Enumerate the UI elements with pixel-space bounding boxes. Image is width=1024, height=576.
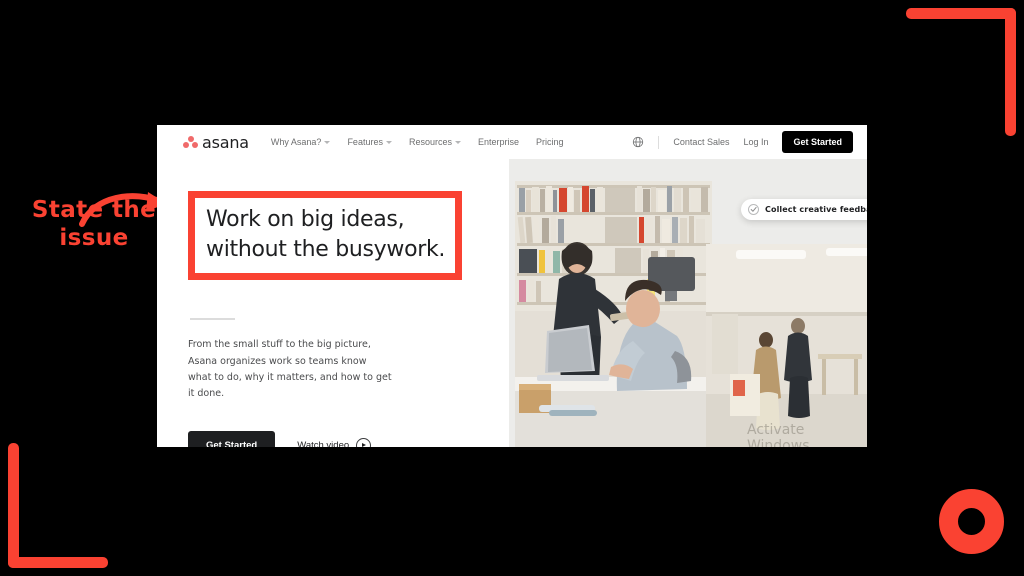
hero-section: Work on big ideas, without the busywork.… (157, 159, 867, 447)
nav-label: Why Asana? (270, 137, 322, 147)
nav-item-contact-sales[interactable]: Contact Sales (673, 137, 729, 147)
nav-item-enterprise[interactable]: Enterprise (478, 137, 519, 147)
chevron-down-icon (324, 140, 331, 144)
nav-item-resources[interactable]: Resources (409, 137, 461, 147)
watch-video-link[interactable]: Watch video (297, 437, 372, 447)
nav-item-pricing[interactable]: Pricing (536, 137, 564, 147)
nav-label: Resources (408, 137, 452, 147)
hero-copy-column: Work on big ideas, without the busywork.… (157, 159, 509, 447)
site-navbar: asana Why Asana? Features Resources Ente… (157, 125, 867, 159)
play-circle-icon (356, 437, 372, 447)
nav-label: Log In (743, 137, 769, 147)
asana-logo-wordmark: asana (202, 132, 249, 152)
corner-bracket-bottom-left (8, 443, 108, 568)
screenshot-canvas: State the issue asana Why Asana? Feature… (0, 0, 1024, 576)
annotation-text: State the issue (31, 197, 157, 252)
asana-logo[interactable]: asana (183, 133, 249, 152)
get-started-button-hero[interactable]: Get Started (188, 430, 276, 447)
hero-subcopy: From the small stuff to the big picture,… (188, 337, 509, 402)
task-card-collect-creative-feedback[interactable]: Collect creative feedback (741, 199, 867, 220)
hero-cta-row: Get Started Watch video (188, 430, 509, 447)
nav-divider (658, 135, 660, 149)
nav-item-features[interactable]: Features (347, 137, 392, 147)
nav-label: Contact Sales (673, 137, 730, 147)
divider-rule (190, 318, 235, 321)
page-title: Work on big ideas, without the busywork. (206, 205, 445, 264)
annotation-callout: State the issue (14, 196, 174, 252)
subcopy-line-3: what to do, why it matters, and how to g… (188, 372, 392, 384)
nav-item-log-in[interactable]: Log In (743, 137, 768, 147)
subcopy-line-2: Asana organizes work so teams know (188, 355, 367, 367)
headline-line-1: Work on big ideas, (206, 207, 405, 232)
nav-label: Enterprise (478, 137, 520, 147)
asana-logo-dots-icon (183, 135, 198, 149)
navbar-right-group: Contact Sales Log In Get Started (632, 131, 853, 153)
nav-item-why-asana[interactable]: Why Asana? (271, 137, 331, 147)
subcopy-line-1: From the small stuff to the big picture, (188, 339, 371, 351)
asana-landing-page: asana Why Asana? Features Resources Ente… (157, 125, 867, 447)
bracket-bar-horizontal (906, 8, 1016, 19)
headline-line-2: without the busywork. (206, 236, 446, 262)
globe-icon[interactable] (632, 136, 644, 148)
hero-photo-office-desk (515, 181, 712, 447)
bracket-bar-vertical (1005, 8, 1016, 136)
get-started-button-nav[interactable]: Get Started (782, 131, 853, 153)
nav-label: Pricing (536, 137, 564, 147)
decorative-ring (939, 489, 1004, 554)
nav-label: Features (347, 137, 383, 147)
bracket-bar-horizontal (8, 557, 108, 568)
hero-photo-warehouse (706, 244, 867, 447)
bracket-bar-vertical (8, 443, 19, 568)
headline-highlight-box: Work on big ideas, without the busywork. (188, 191, 463, 281)
check-circle-icon (748, 204, 759, 215)
hero-image-column: Collect creative feedback Get budget sig… (509, 159, 867, 447)
subcopy-line-4: it done. (188, 388, 225, 400)
chevron-down-icon (385, 140, 392, 144)
task-card-label: Collect creative feedback (765, 205, 867, 214)
watch-video-label: Watch video (297, 439, 350, 447)
chevron-down-icon (455, 140, 461, 144)
corner-bracket-top-right (906, 8, 1016, 136)
